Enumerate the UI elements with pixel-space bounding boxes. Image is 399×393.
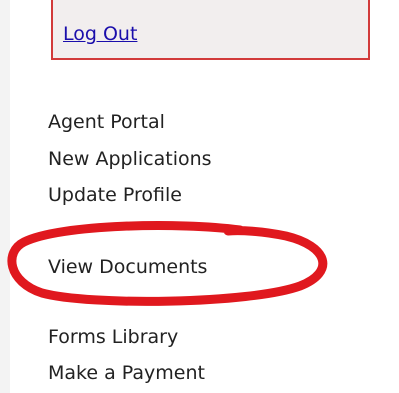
nav-item-view-documents[interactable]: View Documents (48, 258, 207, 277)
logout-panel: Log Out (51, 0, 370, 60)
logout-link[interactable]: Log Out (63, 25, 137, 44)
left-border-strip (0, 0, 10, 393)
nav-item-agent-portal[interactable]: Agent Portal (48, 113, 165, 132)
nav-item-make-a-payment[interactable]: Make a Payment (48, 364, 205, 383)
nav-item-update-profile[interactable]: Update Profile (48, 186, 182, 205)
nav-item-forms-library[interactable]: Forms Library (48, 328, 178, 347)
nav-item-new-applications[interactable]: New Applications (48, 150, 212, 169)
